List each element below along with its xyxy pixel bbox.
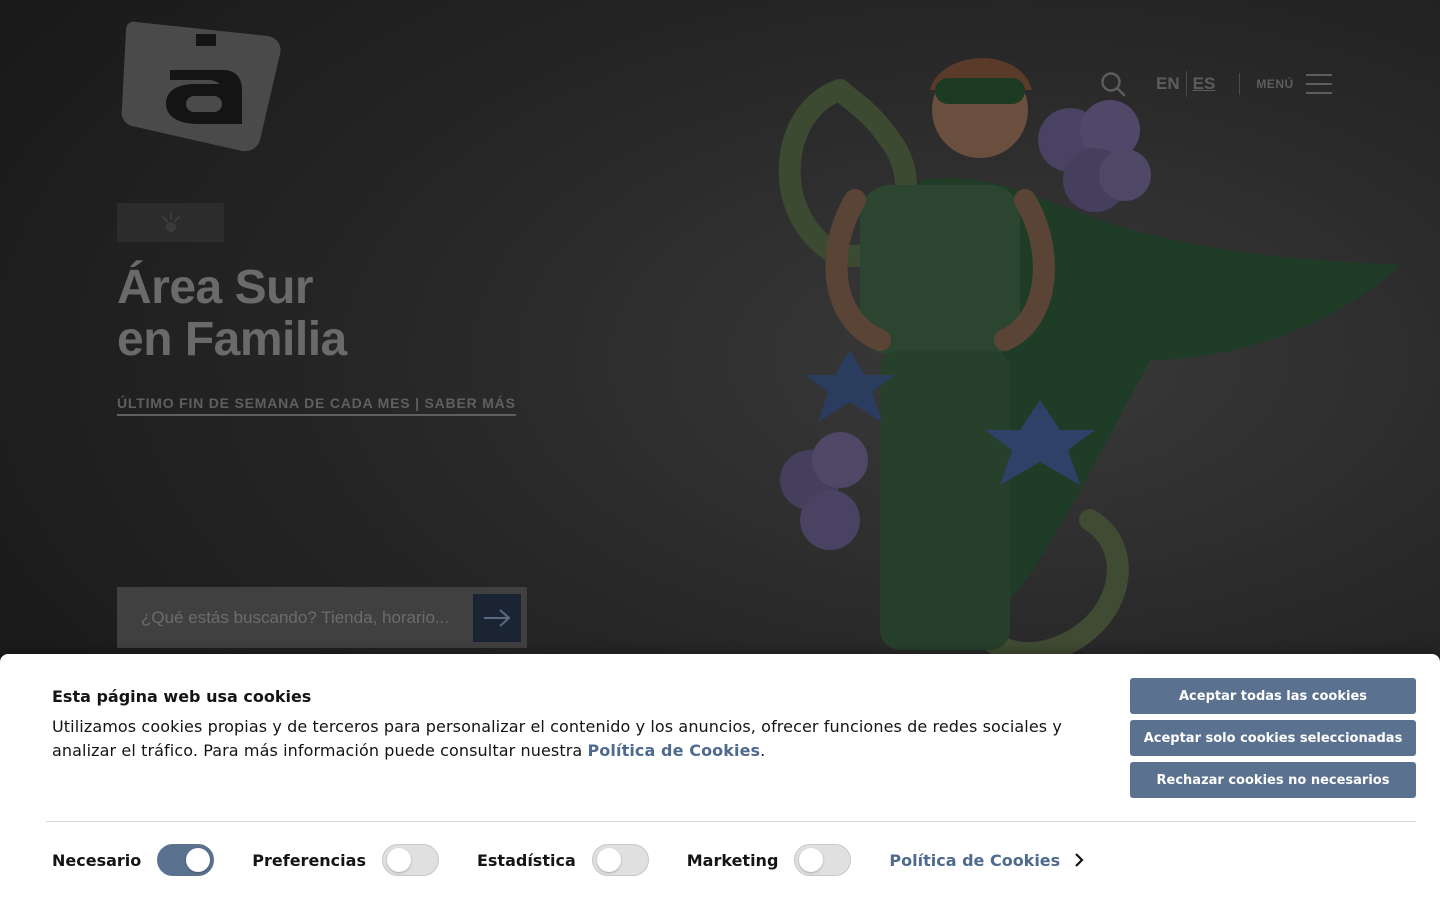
language-es[interactable]: ES	[1189, 74, 1220, 94]
language-en[interactable]: EN	[1152, 74, 1184, 94]
option-necessary-label: Necesario	[52, 850, 142, 870]
chevron-right-icon	[1075, 853, 1084, 867]
toggle-knob	[799, 848, 824, 872]
hero-title: Área Sur en Familia	[117, 262, 347, 366]
menu-button[interactable]: MENÚ	[1256, 74, 1332, 94]
option-marketing: Marketing	[687, 844, 852, 876]
cookie-actions: Aceptar todas las cookies Aceptar solo c…	[1130, 678, 1416, 798]
arrow-right-icon	[484, 608, 511, 627]
statistics-toggle[interactable]	[591, 844, 649, 876]
cookie-details-link[interactable]: Política de Cookies	[889, 851, 1084, 870]
hero-title-line-1: Área Sur	[117, 261, 314, 314]
accept-selected-cookies-button[interactable]: Aceptar solo cookies seleccionadas	[1130, 720, 1416, 756]
search-bar	[117, 587, 527, 648]
option-preferences: Preferencias	[252, 844, 439, 876]
brand-logo[interactable]	[118, 14, 282, 154]
cookie-title: Esta página web usa cookies	[52, 687, 312, 706]
necessary-toggle[interactable]	[157, 844, 215, 876]
family-badge	[117, 203, 224, 242]
sparkle-icon	[161, 211, 180, 232]
hamburger-icon	[1305, 74, 1332, 94]
cookie-banner: Esta página web usa cookies Utilizamos c…	[0, 654, 1440, 900]
toggle-knob	[596, 848, 621, 872]
top-navigation: EN ES MENÚ	[1098, 66, 1332, 102]
search-input[interactable]	[117, 587, 473, 648]
option-necessary: Necesario	[52, 844, 215, 876]
menu-label: MENÚ	[1256, 77, 1294, 91]
cookie-description: Utilizamos cookies propias y de terceros…	[52, 715, 1062, 763]
cookie-divider	[46, 821, 1416, 822]
marketing-toggle[interactable]	[794, 844, 852, 876]
accept-all-cookies-button[interactable]: Aceptar todas las cookies	[1130, 678, 1416, 714]
language-divider	[1185, 71, 1187, 97]
cookie-details-label: Política de Cookies	[889, 850, 1061, 870]
cookie-text-end: .	[760, 741, 766, 760]
search-icon[interactable]	[1098, 69, 1128, 99]
hero-title-line-2: en Familia	[117, 313, 347, 366]
option-statistics-label: Estadística	[476, 850, 576, 870]
nav-divider	[1239, 73, 1241, 95]
toggle-knob	[386, 848, 411, 872]
preferences-toggle[interactable]	[381, 844, 439, 876]
option-marketing-label: Marketing	[686, 850, 779, 870]
option-preferences-label: Preferencias	[252, 850, 366, 870]
search-submit-button[interactable]	[473, 593, 521, 642]
option-statistics: Estadística	[477, 844, 649, 876]
cookie-text-body: Utilizamos cookies propias y de terceros…	[52, 717, 1062, 760]
cookie-options: Necesario Preferencias Estadística Marke…	[52, 844, 1084, 876]
cookie-policy-link[interactable]: Política de Cookies	[587, 741, 760, 760]
toggle-knob	[186, 848, 211, 872]
hero-image	[778, 58, 1400, 665]
hero-more-link[interactable]: ÚLTIMO FIN DE SEMANA DE CADA MES | SABER…	[117, 395, 516, 416]
reject-cookies-button[interactable]: Rechazar cookies no necesarios	[1130, 762, 1416, 798]
